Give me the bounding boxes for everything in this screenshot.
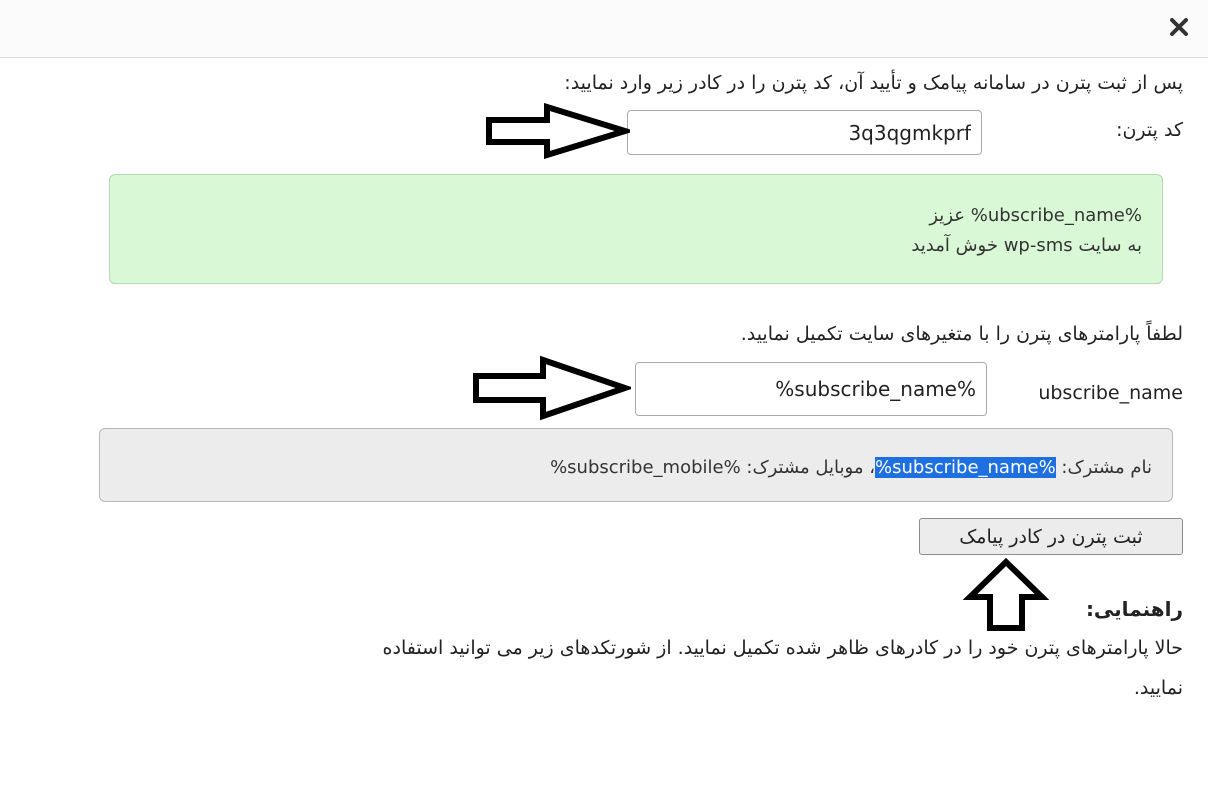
submit-pattern-button[interactable]: ثبت پترن در کادر پیامک	[919, 518, 1183, 555]
up-arrow-icon	[962, 557, 1050, 631]
right-arrow-icon	[486, 103, 630, 159]
pattern-code-label: کد پترن:	[1116, 119, 1183, 141]
selected-variable: %subscribe_name%	[875, 457, 1056, 478]
dialog-header	[0, 0, 1208, 58]
param-subscribe-name-input[interactable]	[635, 362, 987, 416]
preview-line-1: %ubscribe_name% عزیز	[929, 205, 1142, 226]
help-title: راهنمایی:	[1085, 597, 1183, 621]
intro-text: پس از ثبت پترن در سامانه پیامک و تأیید آ…	[564, 72, 1183, 94]
message-textarea[interactable]: نام مشترک: %subscribe_name%، موبایل مشتر…	[99, 428, 1173, 502]
pattern-preview-box: %ubscribe_name% عزیز به سایت wp-sms خوش …	[109, 174, 1163, 284]
param-field-label: ubscribe_name	[1038, 382, 1183, 404]
message-prefix: نام مشترک:	[1055, 457, 1152, 478]
message-suffix: ، موبایل مشترک: %subscribe_mobile%	[550, 457, 876, 478]
preview-line-2: به سایت wp-sms خوش آمدید	[911, 235, 1142, 256]
pattern-code-input[interactable]	[627, 110, 982, 155]
params-instruction: لطفاً پارامترهای پترن را با متغیرهای سای…	[740, 323, 1183, 345]
help-text-line-1: حالا پارامترهای پترن خود را در کادرهای ظ…	[382, 637, 1183, 659]
help-text-line-2: نمایید.	[1133, 677, 1183, 699]
right-arrow-icon	[473, 355, 631, 421]
close-icon[interactable]	[1166, 14, 1192, 40]
